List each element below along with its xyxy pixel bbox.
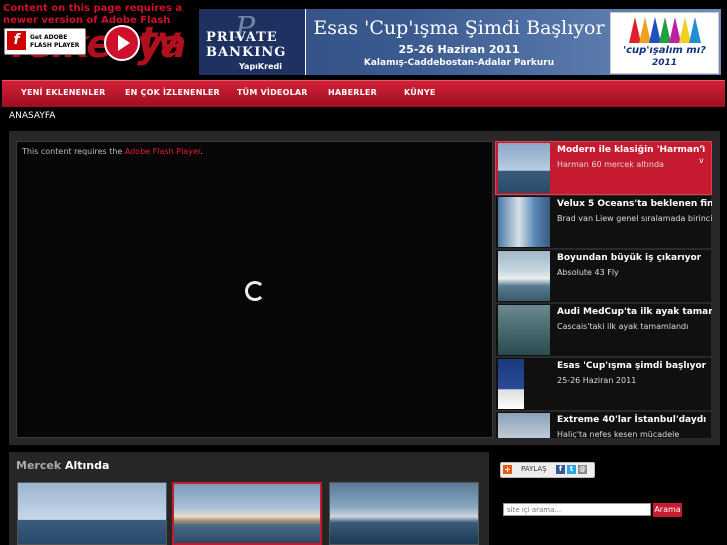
mercek-thumb[interactable] [17, 482, 167, 545]
playlist-item-subtitle: Harman 60 mercek altında [557, 160, 664, 169]
facebook-icon: f [556, 465, 565, 474]
mercek-thumb[interactable] [329, 482, 479, 545]
share-button[interactable]: + PAYLAŞ f t @ [500, 462, 595, 478]
twitter-icon: t [567, 465, 576, 474]
banner-private-banking: P PRIVATE BANKING YapıKredi [199, 9, 306, 75]
playlist-thumb [498, 251, 550, 301]
nav-tum-videolar[interactable]: TÜM VİDEOLAR [237, 81, 308, 107]
playlist-thumb [498, 359, 524, 409]
playlist-item-title: Audi MedCup'ta ilk ayak tamam [557, 307, 712, 317]
playlist-item-title: Modern ile klasiğin 'Harman'ı [557, 145, 706, 155]
get-flash-button[interactable]: f Get ADOBE FLASH PLAYER [4, 28, 86, 55]
banner-date: 25-26 Haziran 2011 [398, 43, 520, 56]
player-message-prefix: This content requires the [22, 147, 125, 156]
nav-haberler[interactable]: HABERLER [328, 81, 377, 107]
playlist-item[interactable]: Velux 5 Oceans'ta beklenen final Brad va… [495, 195, 712, 249]
site-search-input[interactable] [503, 503, 651, 516]
playlist-item-title: Esas 'Cup'ışma şimdi başlıyor [557, 361, 707, 371]
logo-area[interactable]: Yelkenya tv Content on this page require… [0, 0, 190, 75]
playlist-item[interactable]: Modern ile klasiğin 'Harman'ı Harman 60 … [495, 141, 712, 195]
mercek-thumb[interactable] [172, 482, 322, 545]
playlist-item-subtitle: Haliç'ta nefes kesen mücadele [557, 430, 680, 438]
nav-kunye[interactable]: KÜNYE [404, 81, 436, 107]
mercek-title-part1: Mercek [16, 459, 62, 472]
sail-shape [689, 17, 701, 43]
mercek-title: Mercek Altında [16, 459, 109, 472]
get-flash-line1: Get ADOBE [30, 34, 68, 41]
video-playlist: Modern ile klasiğin 'Harman'ı Harman 60 … [495, 141, 712, 438]
playlist-item[interactable]: Esas 'Cup'ışma şimdi başlıyor 25-26 Hazi… [495, 357, 712, 411]
playlist-thumb [498, 305, 550, 355]
playlist-item-title: Boyundan büyük iş çıkarıyor [557, 253, 702, 263]
playlist-item-title: Velux 5 Oceans'ta beklenen final [557, 199, 712, 209]
playlist-scroll-up-icon[interactable]: ^ [699, 144, 706, 153]
loading-spinner-icon [245, 281, 265, 301]
playlist-item-subtitle: Brad van Liew genel sıralamada birinci [557, 214, 712, 223]
playlist-item-subtitle: Absolute 43 Fly [557, 268, 619, 277]
ad-banner[interactable]: P PRIVATE BANKING YapıKredi Esas 'Cup'ış… [199, 9, 721, 75]
playlist-thumb [498, 143, 550, 193]
playlist-item[interactable]: Audi MedCup'ta ilk ayak tamam Cascais'ta… [495, 303, 712, 357]
main-nav: YENİ EKLENENLER EN ÇOK İZLENENLER TÜM Vİ… [2, 80, 725, 107]
nav-yeni-eklenenler[interactable]: YENİ EKLENENLER [21, 81, 106, 107]
banner-brand: YapıKredi [239, 62, 282, 71]
banner-title: Esas 'Cup'ışma Şimdi Başlıyor [313, 17, 605, 39]
mercek-title-part2: Altında [64, 459, 110, 472]
playlist-item-subtitle: Cascais'taki ilk ayak tamamlandı [557, 322, 689, 331]
player-flash-message: This content requires the Adobe Flash Pl… [22, 147, 203, 156]
banner-right-text: 'cup'ışalım mı? [623, 45, 706, 56]
adobe-flash-link[interactable]: Adobe Flash Player [125, 147, 201, 156]
player-message-suffix: . [200, 147, 203, 156]
banner-cup-logo: 'cup'ışalım mı? 2011 [610, 12, 719, 74]
nav-en-cok-izlenenler[interactable]: EN ÇOK İZLENENLER [125, 81, 220, 107]
banner-location: Kalamış-Caddebostan-Adalar Parkuru [363, 58, 555, 68]
playlist-item-title: Extreme 40'lar İstanbul'daydı [557, 415, 707, 425]
playlist-thumb [498, 413, 550, 438]
search-button[interactable]: Arama [653, 503, 682, 517]
playlist-item[interactable]: Extreme 40'lar İstanbul'daydı Haliç'ta n… [495, 411, 712, 438]
share-label: PAYLAŞ [521, 465, 547, 473]
playlist-item[interactable]: Boyundan büyük iş çıkarıyor Absolute 43 … [495, 249, 712, 303]
video-player[interactable]: This content requires the Adobe Flash Pl… [16, 141, 493, 438]
playlist-thumb [498, 197, 550, 247]
breadcrumb[interactable]: ANASAYFA [9, 111, 55, 121]
share-plus-icon: + [503, 465, 512, 474]
playlist-item-subtitle: 25-26 Haziran 2011 [557, 376, 637, 385]
playlist-scroll-down-icon[interactable]: v [699, 156, 704, 165]
banner-left-line2: BANKING [206, 45, 287, 60]
flash-icon: f [7, 31, 26, 50]
banner-right-year: 2011 [651, 58, 678, 68]
get-flash-line2: FLASH PLAYER [30, 42, 80, 49]
banner-left-line1: PRIVATE [206, 30, 278, 45]
email-icon: @ [578, 465, 587, 474]
